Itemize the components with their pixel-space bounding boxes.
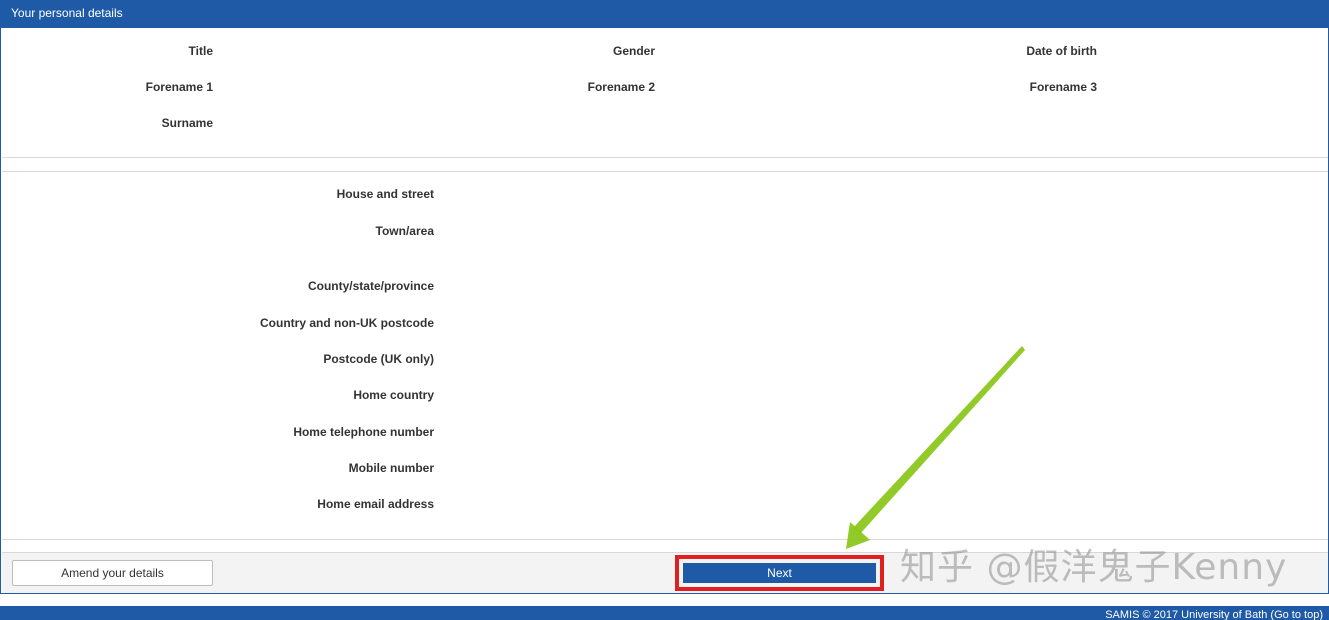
date-of-birth-label: Date of birth [1026,44,1097,58]
address-section: House and street Town/area County/state/… [2,171,1328,540]
amend-details-button[interactable]: Amend your details [12,560,213,586]
house-street-label: House and street [336,187,434,201]
next-button[interactable]: Next [683,563,876,583]
county-label: County/state/province [307,279,434,293]
home-country-label: Home country [353,388,434,402]
name-section: Title Gender Date of birth Forename 1 Fo… [2,28,1328,158]
forename-1-label: Forename 1 [145,80,213,94]
title-label: Title [188,44,213,58]
surname-label: Surname [161,116,213,130]
home-telephone-label: Home telephone number [293,425,434,439]
panel-title: Your personal details [1,0,1328,28]
forename-2-label: Forename 2 [587,80,655,94]
uk-postcode-label: Postcode (UK only) [323,352,434,366]
gender-label: Gender [612,44,655,58]
footer-text[interactable]: SAMIS © 2017 University of Bath (Go to t… [1105,609,1323,620]
mobile-number-label: Mobile number [348,461,434,475]
country-postcode-label: Country and non-UK postcode [260,316,434,330]
forename-3-label: Forename 3 [1029,80,1097,94]
home-email-label: Home email address [317,497,434,511]
town-area-label: Town/area [375,224,434,238]
watermark-text: 知乎 @假洋鬼子Kenny [900,547,1288,588]
page-footer: SAMIS © 2017 University of Bath (Go to t… [0,606,1329,620]
personal-details-panel: Your personal details Title Gender Date … [0,0,1329,594]
next-highlight-box: Next [675,555,884,591]
